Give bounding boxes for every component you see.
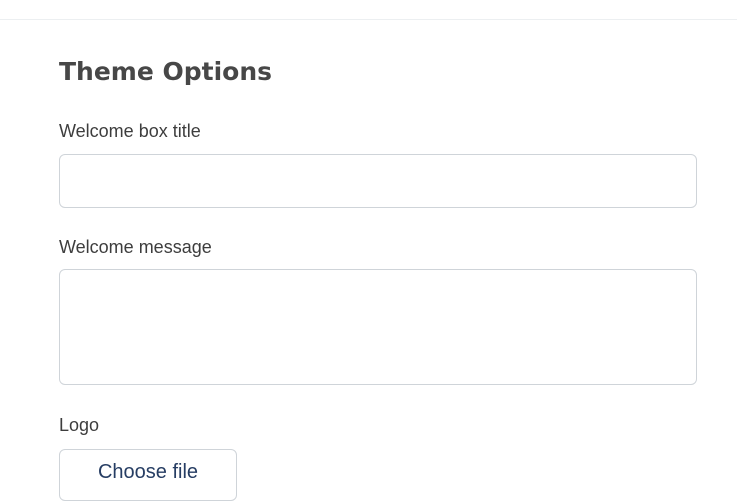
choose-file-button[interactable]: Choose file xyxy=(59,449,237,501)
theme-options-panel: Theme Options Welcome box title Welcome … xyxy=(59,0,699,501)
welcome-message-textarea[interactable] xyxy=(59,269,697,385)
logo-label: Logo xyxy=(59,415,100,435)
page-title: Theme Options xyxy=(59,57,273,86)
welcome-title-input[interactable] xyxy=(59,154,697,208)
welcome-message-label: Welcome message xyxy=(59,237,212,257)
welcome-title-label: Welcome box title xyxy=(59,121,201,141)
